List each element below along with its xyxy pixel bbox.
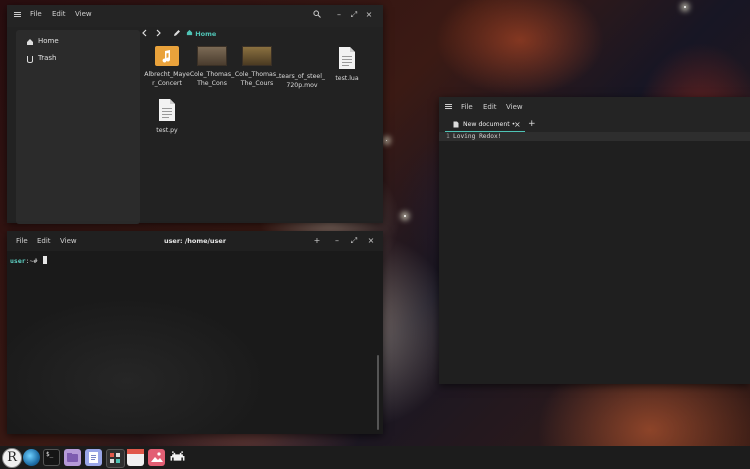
breadcrumb-home: Home — [195, 30, 217, 38]
file-manager-window: File Edit View – ⤢ × Home Trash Home Alb… — [7, 5, 383, 224]
globe-icon[interactable] — [23, 449, 40, 466]
minimize-button[interactable]: – — [334, 10, 344, 20]
document-icon — [157, 98, 177, 122]
calendar-icon[interactable] — [127, 449, 144, 466]
hamburger-menu-icon[interactable] — [443, 103, 453, 113]
file-name: Cole_Thoma​s_The_Cours — [234, 71, 280, 87]
file-name: test.py — [156, 127, 178, 134]
menu-file[interactable]: File — [30, 10, 42, 18]
file-name: Albrecht_Ma​yer_Concert — [144, 71, 190, 87]
hamburger-menu-icon[interactable] — [12, 11, 22, 21]
file-item[interactable]: tears_of_ste​el_720p.mov — [278, 46, 326, 90]
sidebar-item-trash[interactable]: Trash — [22, 51, 134, 66]
close-button[interactable]: × — [364, 10, 374, 20]
line-number: 1 — [446, 133, 450, 140]
editor-text-area[interactable]: 1 Loving Redox! — [439, 132, 750, 384]
maximize-button[interactable]: ⤢ — [349, 236, 359, 246]
file-item[interactable]: Cole_Thoma​s_The_Cours — [233, 46, 281, 88]
scrollbar[interactable] — [377, 355, 379, 430]
breadcrumb[interactable]: Home — [186, 29, 216, 39]
editor-header: File Edit View — [439, 97, 750, 117]
sidebar: Home Trash — [16, 30, 140, 224]
document-icon — [337, 46, 357, 70]
trash-icon — [26, 54, 34, 69]
close-button[interactable]: × — [366, 236, 376, 246]
menu-file[interactable]: File — [16, 237, 28, 245]
game-space-invader-icon[interactable] — [169, 449, 186, 466]
menu-edit[interactable]: Edit — [37, 237, 51, 245]
file-manager-header: File Edit View – ⤢ × — [7, 5, 383, 27]
tab-label: New document • — [463, 121, 516, 128]
file-item[interactable]: Cole_Thoma​s_The_Cons — [188, 46, 236, 88]
sidebar-item-label: Trash — [38, 54, 57, 62]
home-icon — [186, 29, 193, 39]
file-name: tears_of_ste​el_720p.mov — [278, 73, 326, 89]
search-icon[interactable] — [312, 10, 322, 21]
launcher-button[interactable]: R — [2, 448, 22, 468]
forward-arrow-icon[interactable] — [153, 29, 163, 40]
terminal-prompt: user:~# — [10, 256, 48, 266]
edit-path-icon[interactable] — [172, 29, 182, 40]
back-arrow-icon[interactable] — [139, 29, 149, 40]
sidebar-item-home[interactable]: Home — [22, 34, 134, 49]
terminal-output[interactable]: user:~# — [7, 251, 383, 434]
add-tab-button[interactable]: + — [528, 119, 536, 129]
sidebar-item-label: Home — [38, 37, 59, 45]
home-icon — [26, 37, 34, 52]
text-cursor — [43, 256, 48, 264]
minimize-button[interactable]: – — [332, 236, 342, 246]
image-viewer-icon[interactable] — [148, 449, 165, 466]
close-tab-icon[interactable]: × — [514, 120, 521, 129]
menu-view[interactable]: View — [506, 103, 523, 111]
menu-view[interactable]: View — [60, 237, 77, 245]
file-item[interactable]: test.py — [143, 98, 191, 135]
taskbar: R $_ — [0, 446, 750, 469]
file-manager-app-icon[interactable] — [64, 449, 81, 466]
image-thumbnail — [197, 46, 227, 66]
star — [684, 6, 686, 8]
file-name: test.lua — [335, 75, 359, 82]
image-thumbnail — [242, 46, 272, 66]
menu-edit[interactable]: Edit — [52, 10, 66, 18]
file-item[interactable]: Albrecht_Ma​yer_Concert — [143, 46, 191, 88]
terminal-header: File Edit View user: /home/user + – ⤢ × — [7, 231, 383, 251]
star — [386, 140, 387, 141]
menu-edit[interactable]: Edit — [483, 103, 497, 111]
text-editor-app-icon[interactable] — [85, 449, 102, 466]
menu-view[interactable]: View — [75, 10, 92, 18]
editor-line-text: Loving Redox! — [453, 133, 502, 140]
file-item[interactable]: test.lua — [323, 46, 371, 83]
new-tab-button[interactable]: + — [312, 236, 322, 246]
tab-new-document[interactable]: New document • × — [445, 119, 525, 133]
terminal-app-icon[interactable]: $_ — [43, 449, 60, 466]
prompt-path: :~# — [25, 257, 38, 265]
window-title: user: /home/user — [163, 237, 227, 245]
menu-file[interactable]: File — [461, 103, 473, 111]
maximize-button[interactable]: ⤢ — [349, 10, 359, 20]
folder-icon — [155, 46, 179, 66]
star — [404, 215, 406, 217]
text-editor-window: File Edit View New document • × + 1 Lovi… — [439, 97, 750, 384]
calculator-icon[interactable] — [106, 449, 125, 468]
terminal-window: File Edit View user: /home/user + – ⤢ × … — [7, 231, 383, 434]
video-icon — [289, 46, 315, 68]
file-name: Cole_Thoma​s_The_Cons — [189, 71, 235, 87]
document-icon — [453, 121, 459, 130]
prompt-user: user — [10, 257, 26, 265]
